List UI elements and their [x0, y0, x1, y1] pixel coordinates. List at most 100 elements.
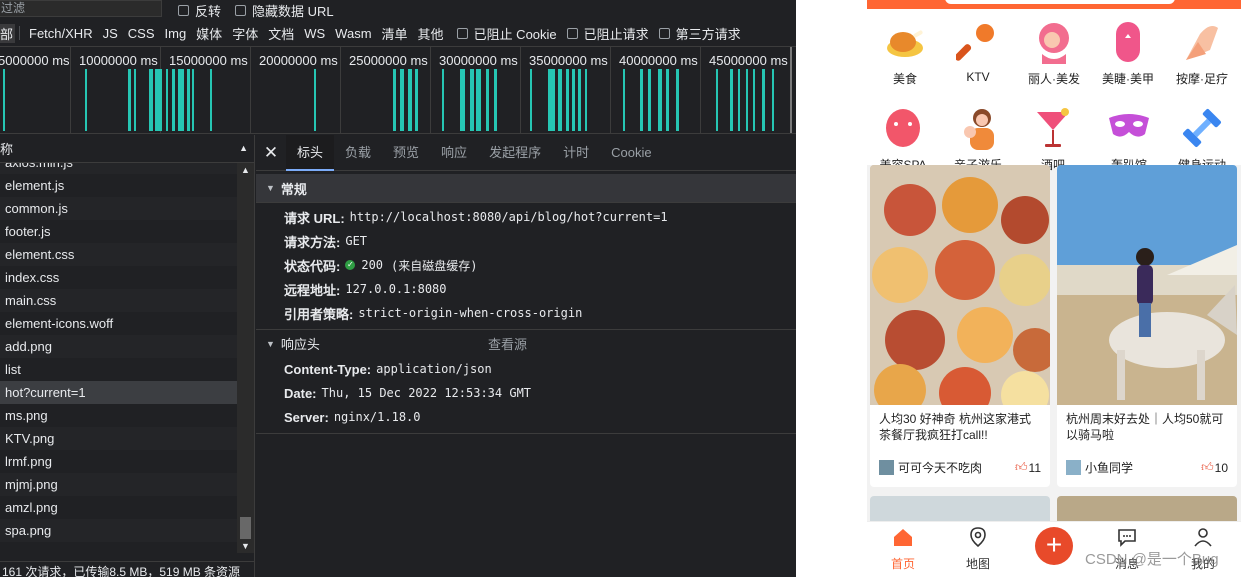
tab-headers[interactable]: 标头	[286, 134, 335, 171]
scroll-up-icon[interactable]: ▲	[241, 165, 250, 175]
type-filter-manifest[interactable]: 清单	[377, 24, 413, 43]
network-overview-timeline[interactable]: 5000000 ms 10000000 ms 15000000 ms 20000…	[0, 46, 796, 134]
tab-home[interactable]: 首页	[873, 526, 933, 572]
response-headers-section-header[interactable]: ▼ 响应头 查看源	[256, 329, 796, 357]
type-filter-js[interactable]: JS	[98, 26, 123, 41]
like-button[interactable]: 👍︎ 10	[1201, 460, 1228, 475]
request-row[interactable]: lrmf.png	[0, 450, 237, 473]
invert-checkbox[interactable]: 反转	[178, 1, 221, 20]
tab-map[interactable]: 地图	[948, 526, 1008, 572]
category-bar[interactable]: 酒吧	[1018, 106, 1088, 173]
card-meta: 小鱼同学 👍︎ 10	[1057, 451, 1237, 476]
request-row[interactable]: KTV.png	[0, 427, 237, 450]
request-row-selected[interactable]: hot?current=1	[0, 381, 237, 404]
type-filter-all[interactable]: 部	[0, 23, 16, 43]
search-bar[interactable]	[945, 0, 1175, 4]
tab-cookies[interactable]: Cookie	[600, 135, 662, 171]
request-row[interactable]: spa.png	[0, 519, 237, 542]
scroll-down-icon[interactable]: ▼	[241, 541, 250, 551]
request-row[interactable]: add.png	[0, 335, 237, 358]
tab-payload[interactable]: 负载	[334, 135, 382, 171]
divider	[256, 433, 796, 434]
sort-up-icon[interactable]: ▲	[239, 143, 248, 153]
tab-timing[interactable]: 计时	[552, 135, 600, 171]
category-party[interactable]: 轰趴馆	[1094, 106, 1164, 173]
type-filter-font[interactable]: 字体	[227, 24, 263, 43]
request-url-key: 请求 URL:	[284, 210, 345, 226]
collapse-triangle-icon[interactable]: ▼	[266, 339, 275, 349]
checkbox-box[interactable]	[566, 27, 578, 39]
general-section-header[interactable]: ▼ 常规	[256, 174, 796, 202]
category-ktv[interactable]: KTV	[943, 20, 1013, 84]
third-party-checkbox[interactable]: 第三方请求	[658, 24, 741, 43]
type-filter-css[interactable]: CSS	[123, 26, 160, 41]
close-icon[interactable]: ✕	[256, 135, 286, 171]
request-row[interactable]: element.css	[0, 243, 237, 266]
request-bar	[648, 69, 651, 131]
request-bar	[585, 69, 587, 131]
timeline-label: 5000000 ms	[0, 53, 70, 68]
request-list-scrollbar[interactable]: ▲ ▼	[237, 163, 254, 553]
add-post-button[interactable]: +	[1035, 527, 1073, 565]
tab-response[interactable]: 响应	[430, 135, 478, 171]
request-row[interactable]: element.js	[0, 174, 237, 197]
tab-preview[interactable]: 预览	[382, 135, 430, 171]
checkbox-box[interactable]	[178, 5, 189, 16]
request-row[interactable]: amzl.png	[0, 496, 237, 519]
blocked-requests-checkbox[interactable]: 已阻止请求	[566, 24, 649, 43]
like-button[interactable]: 👍︎ 11	[1015, 460, 1041, 475]
blog-card[interactable]: 杭州周末好去处｜人均50就可以骑马啦 小鱼同学 👍︎ 10	[1057, 165, 1237, 487]
tab-initiator[interactable]: 发起程序	[478, 135, 552, 171]
checkbox-box[interactable]	[658, 27, 670, 39]
request-bar	[730, 69, 733, 131]
view-source-link[interactable]: 查看源	[488, 334, 527, 353]
request-row[interactable]: list	[0, 358, 237, 381]
type-filter-media[interactable]: 媒体	[191, 24, 227, 43]
request-bar	[415, 69, 418, 131]
remote-address-row: 远程地址: 127.0.0.1:8080	[256, 277, 796, 301]
checkbox-box[interactable]	[235, 5, 246, 16]
category-spa[interactable]: 美容SPA	[868, 106, 938, 173]
type-filter-img[interactable]: Img	[160, 26, 192, 41]
request-row[interactable]: element-icons.woff	[0, 312, 237, 335]
request-bar	[530, 69, 532, 131]
category-massage[interactable]: 按摩·足疗	[1167, 20, 1237, 87]
category-beauty-hair[interactable]: 丽人·美发	[1019, 20, 1089, 87]
status-cache-note: (来自磁盘缓存)	[391, 258, 478, 273]
collapse-triangle-icon[interactable]: ▼	[266, 183, 275, 193]
detail-tabs: ✕ 标头 负载 预览 响应 发起程序 计时 Cookie	[256, 134, 796, 171]
checkbox-box[interactable]	[456, 27, 468, 39]
header-key: Date:	[284, 385, 317, 401]
request-row[interactable]: ms.png	[0, 404, 237, 427]
type-filter-ws[interactable]: WS	[299, 26, 330, 41]
request-row[interactable]: index.css	[0, 266, 237, 289]
request-row[interactable]: main.css	[0, 289, 237, 312]
request-bar	[155, 69, 162, 131]
type-filter-wasm[interactable]: Wasm	[330, 26, 376, 41]
type-filter-doc[interactable]: 文档	[263, 24, 299, 43]
scroll-thumb[interactable]	[240, 517, 251, 539]
category-family[interactable]: 亲子游乐	[943, 106, 1013, 173]
type-filter-fetch-xhr[interactable]: Fetch/XHR	[24, 26, 98, 41]
response-headers-section: Content-Type: application/json Date: Thu…	[256, 357, 796, 434]
blocked-cookies-checkbox[interactable]: 已阻止 Cookie	[456, 24, 557, 43]
type-filter-other[interactable]: 其他	[413, 24, 449, 43]
category-food[interactable]: 美食	[870, 20, 940, 87]
card-meta: 可可今天不吃肉 👍︎ 11	[870, 451, 1050, 476]
category-fitness[interactable]: 健身运动	[1167, 106, 1237, 173]
category-grid: 美食 KTV 丽人·美发 美睫·美甲 按摩·足疗 酒吧	[867, 9, 1241, 172]
blog-card[interactable]: 人均30 好神奇 杭州这家港式茶餐厅我疯狂打call!! 可可今天不吃肉 👍︎ …	[870, 165, 1050, 487]
request-bar	[476, 69, 481, 131]
category-nails[interactable]: 美睫·美甲	[1093, 20, 1163, 87]
name-column-header[interactable]: 称 ▲	[0, 135, 254, 163]
request-row[interactable]: mjmj.png	[0, 473, 237, 496]
request-row[interactable]: footer.js	[0, 220, 237, 243]
request-bar	[3, 69, 5, 131]
request-row[interactable]: common.js	[0, 197, 237, 220]
dumbbell-icon	[1180, 106, 1224, 150]
filter-input[interactable]: 过滤	[0, 0, 162, 17]
remote-address-key: 远程地址:	[284, 282, 341, 298]
tab-label: 首页	[890, 557, 915, 571]
request-bar	[470, 69, 474, 131]
hide-data-url-checkbox[interactable]: 隐藏数据 URL	[235, 1, 334, 20]
